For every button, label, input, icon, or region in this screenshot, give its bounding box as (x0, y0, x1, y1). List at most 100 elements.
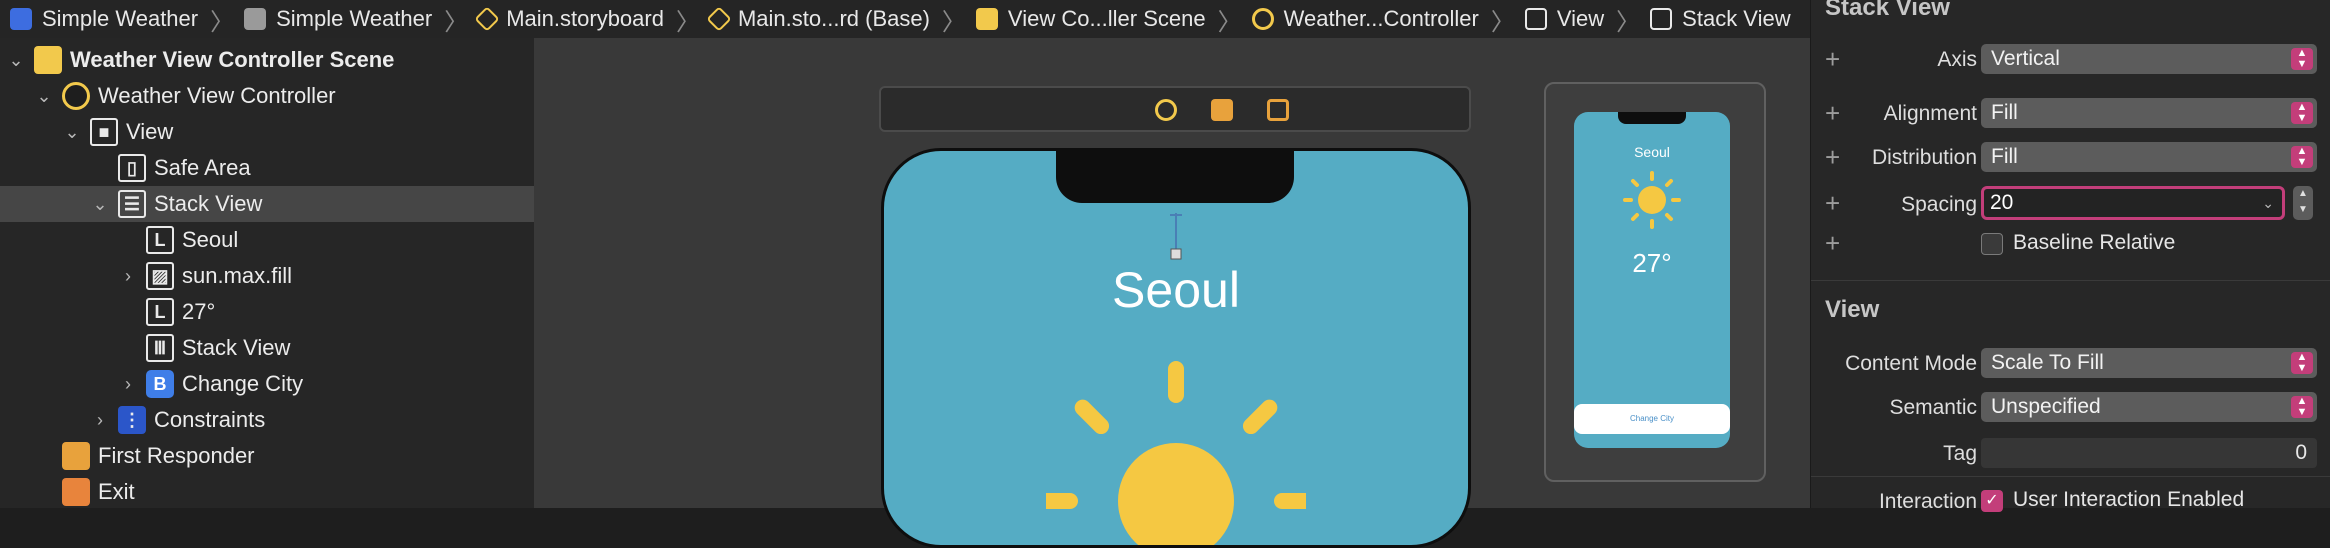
popup-arrows-icon: ▲ ▼ (2291, 102, 2313, 124)
horizontal-stack-icon: Ⅲ (146, 334, 174, 362)
preview-city-label: Seoul (1634, 144, 1670, 160)
popup-arrows-icon: ▲ ▼ (2291, 352, 2313, 374)
chevron-down-icon[interactable]: ⌄ (62, 122, 82, 142)
chevron-right-icon: 〉 (444, 8, 469, 36)
outline-item[interactable]: ⌄ ■ View (0, 114, 534, 150)
view-controller-icon (1251, 8, 1274, 30)
chevron-right-icon[interactable]: › (118, 266, 138, 286)
device-canvas[interactable]: Seoul (881, 148, 1471, 548)
stack-view-icon: ☰ (118, 190, 146, 218)
storyboard-icon (706, 6, 732, 32)
sun-icon[interactable] (1046, 361, 1306, 548)
alignment-popup[interactable]: Fill ▲ ▼ (1981, 98, 2317, 128)
chevron-right-icon[interactable]: › (90, 410, 110, 430)
chevron-down-icon[interactable]: ⌄ (34, 86, 54, 106)
outline-item-label: Stack View (154, 191, 263, 216)
outline-item[interactable]: L Seoul (0, 222, 534, 258)
user-interaction-checkbox[interactable]: ✓ (1981, 490, 2003, 512)
storyboard-icon (474, 6, 500, 32)
outline-item[interactable]: ⌄ ☰ Stack View (0, 186, 534, 222)
breadcrumb-label: Main.sto...rd (Base) (737, 6, 930, 31)
breadcrumb-label: Simple Weather (276, 6, 433, 31)
chevron-right-icon: 〉 (941, 8, 966, 36)
spacing-value: 20 (1990, 191, 2014, 214)
folder-icon (244, 8, 267, 30)
document-outline: ⌄ Weather View Controller Scene ⌄ Weather V… (0, 38, 534, 508)
image-view-icon: ▨ (146, 262, 174, 290)
breadcrumb-item[interactable]: Weather...Controller 〉 (1251, 2, 1525, 37)
outline-item-label: Safe Area (154, 155, 251, 180)
distribution-label: Distribution (1871, 146, 1977, 169)
stack-view-section-title: Stack View (1825, 0, 1950, 21)
chevron-down-icon[interactable]: ⌄ (90, 194, 110, 214)
breadcrumb-label: Simple Weather (42, 6, 199, 31)
outline-item[interactable]: › B Change City (0, 366, 534, 402)
tag-field[interactable]: 0 (1981, 438, 2317, 468)
chevron-down-icon[interactable]: ⌄ (2262, 189, 2274, 217)
outline-item-label: Exit (98, 479, 135, 504)
scene-icon (34, 46, 62, 74)
user-interaction-label: User Interaction Enabled (2013, 488, 2245, 511)
alignment-label: Alignment (1883, 102, 1977, 125)
city-label[interactable]: Seoul (884, 261, 1468, 319)
label-icon: L (146, 226, 174, 254)
baseline-plus-icon[interactable]: + (1825, 228, 1840, 259)
breadcrumb-item[interactable]: Simple Weather 〉 (10, 2, 244, 37)
outline-item-label: Seoul (182, 227, 239, 252)
outline-item[interactable]: First Responder (0, 438, 534, 474)
view-icon: ■ (90, 118, 118, 146)
breadcrumb-item[interactable]: Main.storyboard 〉 (474, 2, 710, 37)
outline-item[interactable]: Exit (0, 474, 534, 510)
axis-popup[interactable]: Vertical ▲ ▼ (1981, 44, 2317, 74)
safe-area-icon: ▯ (118, 154, 146, 182)
breadcrumb-label: View (1556, 6, 1605, 31)
outline-item[interactable]: ⌄ Weather View Controller (0, 78, 534, 114)
alignment-value: Fill (1991, 101, 2018, 124)
constraints-icon: ⋮ (118, 406, 146, 434)
breadcrumb-label: Stack View (1682, 6, 1791, 31)
baseline-relative-checkbox[interactable] (1981, 233, 2003, 255)
axis-label: Axis (1937, 48, 1977, 71)
baseline-relative-label: Baseline Relative (2013, 231, 2176, 254)
spacing-label: Spacing (1901, 193, 1977, 216)
chevron-down-icon[interactable]: ⌄ (6, 50, 26, 70)
breadcrumb-item[interactable]: Simple Weather 〉 (244, 2, 478, 37)
content-mode-popup[interactable]: Scale To Fill ▲ ▼ (1981, 348, 2317, 378)
spacing-field[interactable]: 20 ⌄ (1981, 186, 2285, 220)
outline-item[interactable]: Ⅲ Stack View (0, 330, 534, 366)
semantic-popup[interactable]: Unspecified ▲ ▼ (1981, 392, 2317, 422)
preview-notch (1618, 112, 1686, 124)
attributes-inspector: Stack View + Axis Vertical ▲ ▼ + Alignment… (1810, 0, 2330, 513)
outline-item-label: Stack View (182, 335, 291, 360)
spacing-handle-icon[interactable] (1164, 213, 1188, 261)
exit-icon[interactable] (1267, 99, 1289, 121)
distribution-popup[interactable]: Fill ▲ ▼ (1981, 142, 2317, 172)
chevron-right-icon: 〉 (1616, 8, 1641, 36)
outline-item[interactable]: L 27° (0, 294, 534, 330)
spacing-stepper[interactable]: ▲ ▼ (2293, 186, 2313, 220)
breadcrumb-item[interactable]: Stack View (1650, 6, 1791, 32)
device-preview: Seoul 27° Change City (1544, 82, 1766, 482)
view-controller-icon[interactable] (1155, 99, 1177, 121)
outline-item[interactable]: › ▨ sun.max.fill (0, 258, 534, 294)
outline-item[interactable]: ⌄ Weather View Controller Scene (0, 42, 534, 78)
outline-item-label: View (126, 119, 174, 144)
breadcrumb-item[interactable]: View 〉 (1524, 2, 1650, 37)
breadcrumb-label: View Co...ller Scene (1007, 6, 1206, 31)
content-mode-value: Scale To Fill (1991, 351, 2104, 374)
chevron-right-icon[interactable]: › (118, 374, 138, 394)
breadcrumb-item[interactable]: Main.sto...rd (Base) 〉 (706, 2, 976, 37)
outline-item-label: Change City (182, 371, 304, 396)
popup-arrows-icon: ▲ ▼ (2291, 396, 2313, 418)
device-notch (1056, 151, 1294, 203)
outline-item[interactable]: › ⋮ Constraints (0, 402, 534, 438)
outline-item-label: Weather View Controller (98, 83, 336, 108)
scene-icon (975, 8, 998, 30)
outline-item[interactable]: ▯ Safe Area (0, 150, 534, 186)
outline-item-label: First Responder (98, 443, 255, 468)
first-responder-icon[interactable] (1211, 99, 1233, 121)
breadcrumb-item[interactable]: View Co...ller Scene 〉 (975, 2, 1252, 37)
